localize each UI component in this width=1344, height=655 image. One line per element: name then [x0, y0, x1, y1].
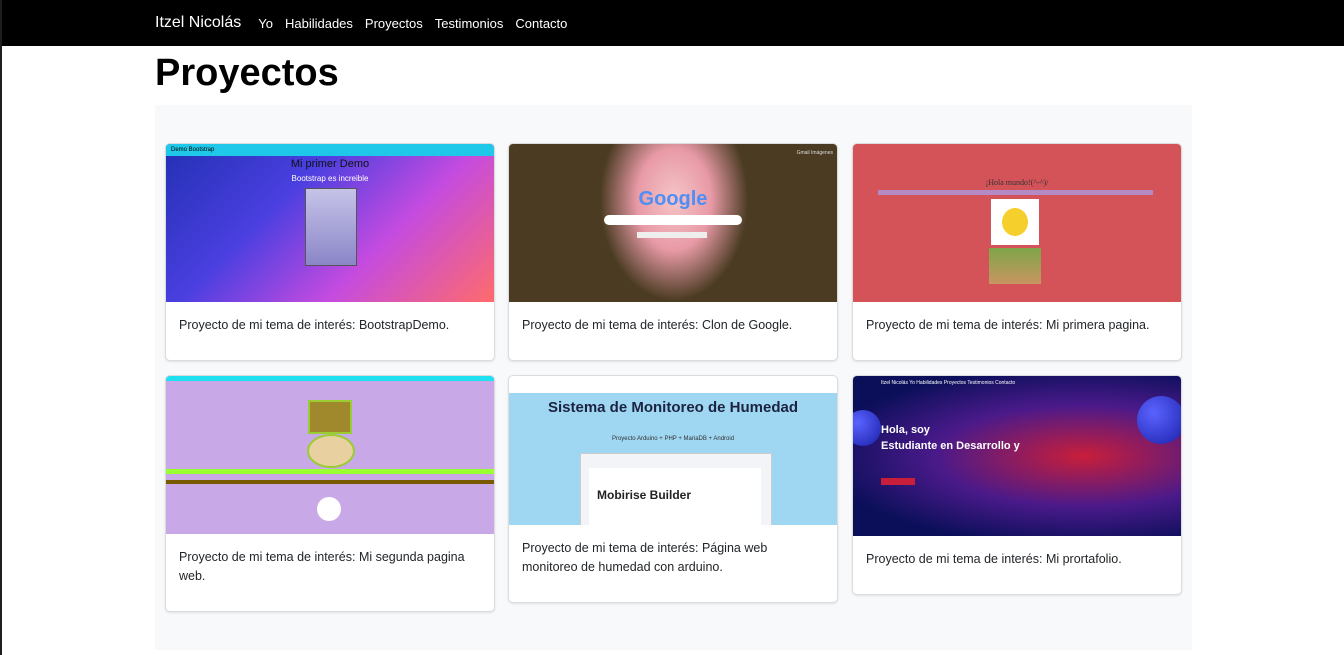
- thumb-navbar: Itzel Nicolás Yo Habilidades Proyectos T…: [881, 380, 1016, 386]
- kitten-image: [307, 434, 355, 468]
- project-card-portafolio[interactable]: Itzel Nicolás Yo Habilidades Proyectos T…: [852, 375, 1182, 595]
- builder-window: Mobirise Builder: [580, 453, 772, 525]
- thumb-heading: Hola, soy: [881, 424, 930, 436]
- thumb-navbar: Demo Bootstrap: [166, 144, 494, 156]
- nav-link-habilidades[interactable]: Habilidades: [285, 16, 353, 31]
- window-edge: [0, 0, 2, 655]
- chick-image: [991, 199, 1039, 245]
- thumb-heading: Sistema de Monitoreo de Humedad: [547, 399, 799, 416]
- nav-link-contacto[interactable]: Contacto: [515, 16, 567, 31]
- thumb-top-bar: [166, 376, 494, 381]
- thumb-band: [166, 469, 494, 474]
- project-description: Proyecto de mi tema de interés: Mi prime…: [866, 318, 1150, 332]
- nav-link-proyectos[interactable]: Proyectos: [365, 16, 423, 31]
- project-card-google-clone[interactable]: Gmail Imágenes Google Proyecto de mi tem…: [508, 143, 838, 361]
- top-navbar: Itzel Nicolás Yo Habilidades Proyectos T…: [2, 0, 1344, 46]
- dog-image: [308, 400, 352, 434]
- projects-section: Demo Bootstrap Mi primer Demo Bootstrap …: [155, 105, 1192, 650]
- thumb-search-box: [604, 215, 742, 225]
- nav-link-yo[interactable]: Yo: [258, 16, 273, 31]
- thumb-heading: Estudiante en Desarrollo y: [881, 440, 1020, 452]
- google-logo: Google: [638, 188, 708, 210]
- project-description: Proyecto de mi tema de interés: Clon de …: [522, 318, 793, 332]
- project-thumbnail[interactable]: Demo Bootstrap Mi primer Demo Bootstrap …: [166, 144, 494, 302]
- decorative-sphere: [853, 410, 881, 446]
- project-thumbnail[interactable]: Sistema de Monitoreo de Humedad Proyecto…: [509, 376, 837, 525]
- project-card-segunda-pagina[interactable]: Proyecto de mi tema de interés: Mi segun…: [165, 375, 495, 612]
- thumb-heading: Mi primer Demo: [290, 158, 370, 170]
- project-thumbnail[interactable]: [166, 376, 494, 534]
- thumb-navbar: [509, 376, 837, 393]
- project-card-primera-pagina[interactable]: ¡Hola mundo!(^-^)/ Proyecto de mi tema d…: [852, 143, 1182, 361]
- thumb-buttons: [637, 232, 707, 238]
- project-thumbnail[interactable]: Itzel Nicolás Yo Habilidades Proyectos T…: [853, 376, 1181, 536]
- page-title: Proyectos: [155, 52, 339, 94]
- project-thumbnail[interactable]: ¡Hola mundo!(^-^)/: [853, 144, 1181, 302]
- thumb-divider: [878, 190, 1153, 195]
- thumb-heading: ¡Hola mundo!(^-^)/: [985, 178, 1049, 187]
- cat-avatar-image: [317, 497, 341, 521]
- cat-image: [305, 188, 357, 266]
- project-description: Proyecto de mi tema de interés: Página w…: [522, 541, 768, 574]
- brand-link[interactable]: Itzel Nicolás: [155, 14, 241, 32]
- nav-link-testimonios[interactable]: Testimonios: [435, 16, 504, 31]
- project-card-bootstrap-demo[interactable]: Demo Bootstrap Mi primer Demo Bootstrap …: [165, 143, 495, 361]
- thumb-top-links: Gmail Imágenes: [796, 150, 833, 156]
- project-description: Proyecto de mi tema de interés: Bootstra…: [179, 318, 450, 332]
- project-card-monitoreo-humedad[interactable]: Sistema de Monitoreo de Humedad Proyecto…: [508, 375, 838, 603]
- thumb-band: [166, 480, 494, 484]
- thumb-button: [881, 478, 915, 485]
- project-description: Proyecto de mi tema de interés: Mi segun…: [179, 550, 465, 583]
- dog-image: [989, 248, 1041, 284]
- thumb-subtitle: Bootstrap es increible: [291, 174, 369, 183]
- decorative-sphere: [1137, 396, 1181, 444]
- project-description: Proyecto de mi tema de interés: Mi prort…: [866, 552, 1122, 566]
- builder-title: Mobirise Builder: [597, 488, 692, 502]
- project-thumbnail[interactable]: Gmail Imágenes Google: [509, 144, 837, 302]
- thumb-subtitle: Proyecto Arduino + PHP + MariaDB + Andro…: [611, 436, 735, 442]
